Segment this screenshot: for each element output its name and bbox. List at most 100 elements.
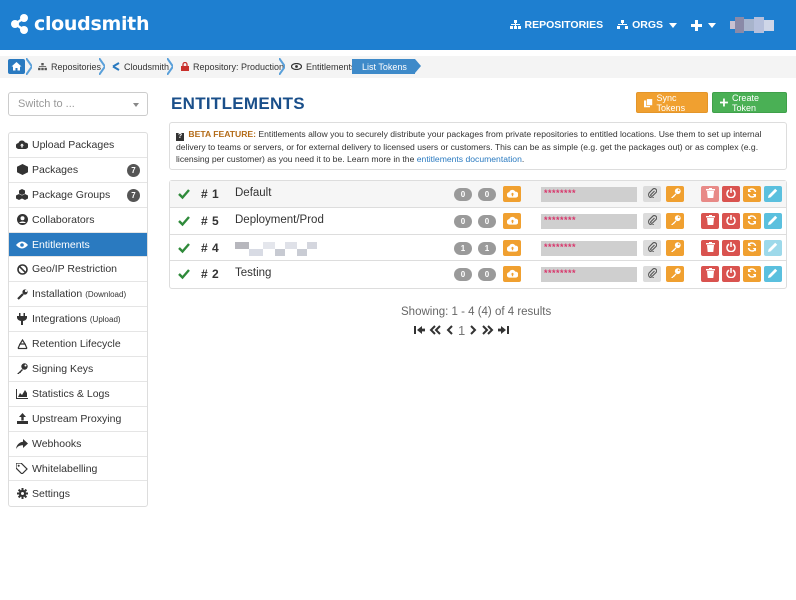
ban-icon bbox=[16, 263, 28, 275]
create-token-button[interactable]: Create Token bbox=[712, 92, 787, 113]
token-value[interactable]: ******** bbox=[541, 187, 637, 202]
pagination: 1 bbox=[412, 322, 511, 338]
delete-button[interactable] bbox=[701, 186, 719, 202]
entitlements-documentation-link[interactable]: entitlements documentation bbox=[417, 154, 522, 164]
chevron-down-icon bbox=[669, 22, 677, 28]
refresh-token-button[interactable] bbox=[743, 239, 761, 256]
trash-icon bbox=[705, 187, 715, 201]
breadcrumb-cloudsmith[interactable]: Cloudsmith bbox=[112, 59, 169, 74]
switch-placeholder: Switch to ... bbox=[18, 98, 75, 110]
sidebar-item-geo-ip-restriction[interactable]: Geo/IP Restriction bbox=[9, 257, 147, 283]
app-name: cloudsmith bbox=[34, 13, 150, 35]
count-badge: 7 bbox=[127, 163, 140, 177]
cloud-upload-icon bbox=[506, 187, 518, 201]
sidebar-item-settings[interactable]: Settings bbox=[9, 481, 147, 506]
previous-skip-icon[interactable] bbox=[428, 322, 444, 338]
refresh-token-button[interactable] bbox=[743, 266, 761, 283]
key-button[interactable] bbox=[666, 212, 684, 229]
breadcrumb-repositories[interactable]: Repositories bbox=[38, 59, 101, 74]
cube-icon bbox=[16, 164, 28, 176]
refresh-icon bbox=[747, 187, 757, 201]
cloud-upload-button[interactable] bbox=[503, 212, 521, 229]
next-skip-icon[interactable] bbox=[479, 322, 495, 338]
next-page-icon[interactable] bbox=[467, 322, 479, 338]
sidebar-item-statistics-logs[interactable]: Statistics & Logs bbox=[9, 382, 147, 407]
sidebar-item-webhooks[interactable]: Webhooks bbox=[9, 432, 147, 457]
last-page-icon[interactable] bbox=[495, 322, 511, 338]
cloudsmith-logo[interactable]: cloudsmith bbox=[10, 12, 149, 36]
user-avatar[interactable] bbox=[730, 17, 774, 33]
wrench-icon bbox=[16, 288, 28, 300]
paperclip-icon bbox=[647, 241, 657, 255]
token-value[interactable]: ******** bbox=[541, 267, 637, 283]
token-name[interactable]: Testing bbox=[235, 267, 271, 279]
trash-icon bbox=[705, 214, 715, 228]
token-value[interactable]: ******** bbox=[541, 213, 637, 229]
delete-button[interactable] bbox=[701, 239, 719, 256]
first-page-icon[interactable] bbox=[412, 322, 428, 338]
refresh-token-button[interactable] bbox=[743, 186, 761, 202]
cloud-upload-button[interactable] bbox=[503, 186, 521, 202]
attachment-button[interactable] bbox=[643, 212, 661, 229]
sidebar-item-entitlements[interactable]: Entitlements bbox=[9, 232, 147, 258]
edit-button[interactable] bbox=[764, 266, 782, 283]
attachment-button[interactable] bbox=[643, 239, 661, 256]
repositories-label: REPOSITORIES bbox=[524, 19, 604, 31]
key-button[interactable] bbox=[666, 186, 684, 202]
delete-button[interactable] bbox=[701, 212, 719, 229]
previous-page-icon[interactable] bbox=[444, 322, 456, 338]
edit-button[interactable] bbox=[764, 186, 782, 202]
breadcrumb-list-tokens[interactable]: List Tokens bbox=[352, 59, 421, 74]
add-dropdown[interactable] bbox=[691, 19, 716, 31]
check-icon bbox=[178, 242, 190, 254]
sidebar-item-installation[interactable]: Installation (Download) bbox=[9, 282, 147, 308]
orgs-dropdown[interactable]: ORGS bbox=[617, 19, 677, 31]
sidebar-item-package-groups[interactable]: Package Groups 7 bbox=[9, 183, 147, 208]
attachment-button[interactable] bbox=[643, 266, 661, 283]
switch-repository-select[interactable]: Switch to ... bbox=[8, 92, 148, 116]
sidebar-item-collaborators[interactable]: Collaborators bbox=[9, 208, 147, 233]
disable-button[interactable] bbox=[722, 212, 740, 229]
sidebar-item-label: Upload Packages bbox=[32, 138, 115, 151]
key-button[interactable] bbox=[666, 239, 684, 256]
cloud-upload-button[interactable] bbox=[503, 239, 521, 256]
refresh-token-button[interactable] bbox=[743, 212, 761, 229]
eye-icon bbox=[16, 239, 28, 251]
edit-button[interactable] bbox=[764, 212, 782, 229]
count-badge: 7 bbox=[127, 188, 140, 202]
beta-feature-end: . bbox=[521, 154, 525, 164]
token-name[interactable]: Deployment/Prod bbox=[235, 214, 324, 226]
home-breadcrumb[interactable] bbox=[8, 59, 25, 74]
disable-button[interactable] bbox=[722, 239, 740, 256]
breadcrumb-repository[interactable]: Repository: Production bbox=[181, 59, 284, 74]
sidebar-item-retention-lifecycle[interactable]: Retention Lifecycle bbox=[9, 332, 147, 358]
sidebar-item-upstream-proxying[interactable]: Upstream Proxying bbox=[9, 407, 147, 432]
sidebar-item-upload-packages[interactable]: Upload Packages bbox=[9, 133, 147, 158]
sidebar-item-whitelabelling[interactable]: Whitelabelling bbox=[9, 457, 147, 482]
tokens-table: # 1 Default 0 0 ******** # 5 Deployment/… bbox=[169, 180, 787, 290]
paperclip-icon bbox=[647, 267, 657, 281]
sidebar-item-packages[interactable]: Packages 7 bbox=[9, 158, 147, 183]
upload-icon bbox=[16, 413, 28, 425]
key-button[interactable] bbox=[666, 266, 684, 283]
delete-button[interactable] bbox=[701, 266, 719, 283]
cloud-upload-button[interactable] bbox=[503, 266, 521, 283]
sidebar-item-label: Geo/IP Restriction bbox=[32, 263, 118, 276]
sidebar-item-integrations[interactable]: Integrations (Upload) bbox=[9, 307, 147, 333]
repositories-link[interactable]: REPOSITORIES bbox=[509, 19, 604, 31]
copy-icon bbox=[644, 97, 653, 107]
area-chart-icon bbox=[16, 388, 28, 400]
disable-button[interactable] bbox=[722, 186, 740, 202]
sync-tokens-button[interactable]: Sync Tokens bbox=[636, 92, 708, 113]
token-value[interactable]: ******** bbox=[541, 240, 637, 256]
sidebar-item-label: Retention Lifecycle bbox=[32, 338, 121, 351]
attachment-button[interactable] bbox=[643, 186, 661, 202]
edit-button[interactable] bbox=[764, 239, 782, 256]
disable-button[interactable] bbox=[722, 266, 740, 283]
breadcrumb-entitlements[interactable]: Entitlements bbox=[291, 59, 356, 74]
plug-icon bbox=[16, 313, 28, 326]
current-page[interactable]: 1 bbox=[456, 322, 467, 338]
token-name[interactable]: Default bbox=[235, 187, 271, 199]
power-icon bbox=[726, 214, 736, 228]
sidebar-item-signing-keys[interactable]: Signing Keys bbox=[9, 357, 147, 382]
